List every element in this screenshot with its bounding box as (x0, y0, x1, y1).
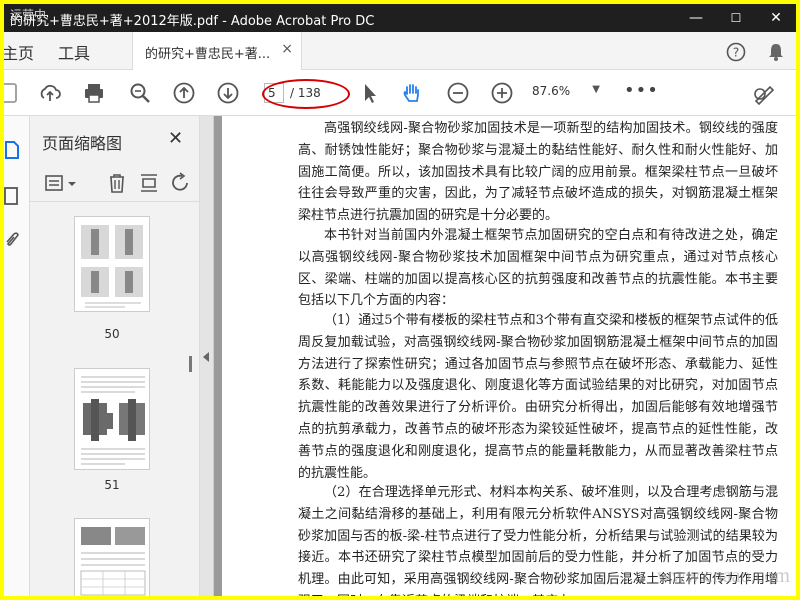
sign-icon[interactable] (752, 81, 776, 105)
panel-collapse-handle[interactable] (200, 116, 214, 596)
pdf-page: 高强钢绞线网-聚合物砂浆加固技术是一项新型的结构加固技术。钢绞线的强度高、耐锈蚀… (222, 116, 796, 596)
rotate-icon[interactable] (170, 172, 192, 194)
maximize-button[interactable]: ☐ (716, 4, 756, 32)
print-icon[interactable] (82, 81, 106, 105)
window-title: 的研究+曹忠民+著+2012年版.pdf - Adobe Acrobat Pro… (10, 14, 375, 29)
options-icon[interactable] (44, 172, 80, 194)
document-tab-label: 的研究+曹忠民+著... (145, 47, 271, 62)
zoom-out-icon[interactable] (446, 81, 470, 105)
attachment-icon[interactable] (4, 230, 22, 250)
insert-page-icon[interactable] (138, 172, 160, 194)
bell-icon[interactable] (766, 42, 786, 62)
document-tab[interactable]: 的研究+曹忠民+著... × (132, 32, 302, 70)
corner-watermark: 运营中 (10, 8, 47, 22)
navigation-rail (4, 116, 30, 596)
zoom-dropdown[interactable]: 87.6% ▼ (532, 84, 602, 104)
menu-bar: 主页 工具 的研究+曹忠民+著... × ? (4, 32, 796, 70)
collapse-arrow-icon (203, 352, 209, 362)
thumbnails-toolbar (30, 166, 200, 202)
paragraph-2: 本书针对当前国内外混凝土框架节点加固研究的空白点和有待改进之处，确定以高强钢绞线… (298, 228, 778, 309)
site-watermark: www.cnaao.com (656, 565, 790, 587)
bookmark-icon[interactable] (4, 186, 22, 206)
delete-icon[interactable] (106, 172, 128, 194)
thumbnail-number-51: 51 (104, 478, 120, 492)
close-window-button[interactable]: ✕ (756, 4, 796, 32)
menu-home[interactable]: 主页 (4, 40, 34, 64)
menu-tools[interactable]: 工具 (58, 40, 90, 64)
document-tab-close-button[interactable]: × (281, 41, 293, 57)
thumbnail-page-51[interactable] (74, 368, 150, 470)
thumbnails-scrollbar[interactable] (189, 356, 192, 372)
thumbnails-panel: 页面缩略图 ✕ 50 51 (30, 116, 200, 596)
close-icon[interactable]: ✕ (168, 128, 183, 149)
thumbnail-number-50: 50 (104, 327, 120, 341)
help-icon[interactable]: ? (726, 42, 746, 62)
main-toolbar: 5 / 138 87.6% ▼ ••• (4, 70, 796, 116)
svg-text:?: ? (733, 46, 739, 60)
select-cursor-icon[interactable] (358, 81, 382, 105)
zoom-in-icon[interactable] (490, 81, 514, 105)
thumbnail-preview-51 (81, 376, 145, 465)
zoom-search-icon[interactable] (128, 81, 152, 105)
minimize-button[interactable]: — (676, 4, 716, 32)
thumbnail-preview-52 (80, 527, 146, 596)
document-view[interactable]: 高强钢绞线网-聚合物砂浆加固技术是一项新型的结构加固技术。钢绞线的强度高、耐锈蚀… (214, 116, 796, 596)
thumbnails-icon[interactable] (4, 140, 22, 160)
upload-icon[interactable] (38, 81, 62, 105)
thumbnail-preview-50 (81, 225, 143, 308)
page-down-icon[interactable] (216, 81, 240, 105)
title-bar: 的研究+曹忠民+著+2012年版.pdf - Adobe Acrobat Pro… (4, 4, 796, 32)
paragraph-3: （1）通过5个带有楼板的梁柱节点和3个带有直交梁和楼板的框架节点试件的低周反复加… (298, 313, 778, 481)
acrobat-window: 的研究+曹忠民+著+2012年版.pdf - Adobe Acrobat Pro… (4, 4, 796, 596)
thumbnail-page-50[interactable] (74, 216, 150, 312)
save-icon[interactable] (4, 81, 22, 105)
hand-tool-icon[interactable] (400, 81, 424, 105)
annotation-ellipse (262, 79, 350, 109)
paragraph-1: 高强钢绞线网-聚合物砂浆加固技术是一项新型的结构加固技术。钢绞线的强度高、耐锈蚀… (298, 121, 778, 224)
more-icon[interactable]: ••• (624, 80, 659, 101)
chevron-down-icon: ▼ (592, 84, 600, 95)
zoom-value: 87.6% (532, 84, 571, 98)
thumbnail-page-52[interactable] (74, 518, 150, 596)
page-up-icon[interactable] (172, 81, 196, 105)
thumbnails-title: 页面缩略图 (42, 134, 123, 153)
